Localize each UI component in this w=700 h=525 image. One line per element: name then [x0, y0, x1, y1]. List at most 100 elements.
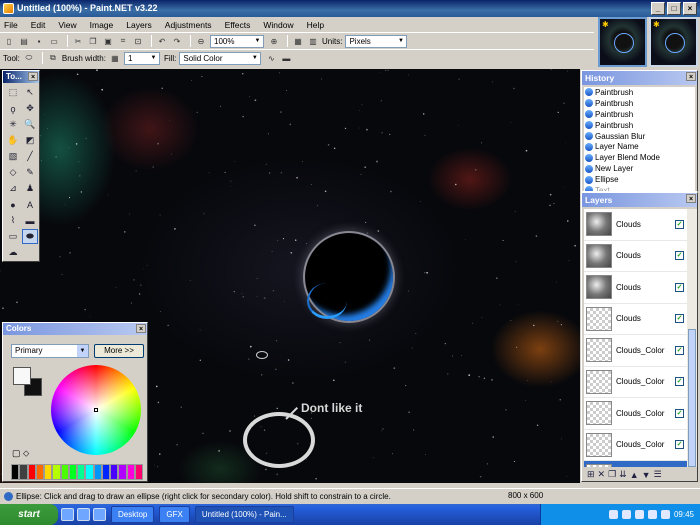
menu-layers[interactable]: Layers	[126, 20, 152, 30]
more-button[interactable]: More >>	[94, 344, 144, 358]
maximize-button[interactable]: □	[667, 2, 681, 15]
ellipse-icon[interactable]: ⬬	[22, 229, 38, 244]
pan-icon[interactable]: ✋	[5, 133, 21, 148]
layer-visibility-checkbox[interactable]: ✓	[675, 440, 684, 450]
palette-swatch[interactable]	[93, 464, 102, 480]
history-item[interactable]: Gaussian Blur	[584, 131, 695, 142]
taskbar-button[interactable]: Desktop	[111, 506, 155, 523]
taskbar-button[interactable]: GFX	[159, 506, 190, 523]
eraser-icon[interactable]: ◇	[5, 165, 21, 180]
history-item[interactable]: Paintbrush	[584, 109, 695, 120]
move-selection-icon[interactable]: ↖	[22, 85, 38, 100]
palette-swatch[interactable]	[52, 464, 61, 480]
menu-effects[interactable]: Effects	[225, 20, 251, 30]
save-icon[interactable]: ▪	[33, 35, 45, 47]
zoom-in-icon[interactable]: ⊕	[268, 35, 280, 47]
image-thumbnail[interactable]: ✱	[649, 17, 698, 67]
zoom-icon[interactable]: 🔍	[22, 117, 38, 132]
lasso-icon[interactable]: ϙ	[5, 101, 21, 116]
menu-image[interactable]: Image	[90, 20, 114, 30]
start-button[interactable]: start	[0, 504, 58, 525]
history-item[interactable]: Ellipse	[584, 174, 695, 185]
palette-swatch[interactable]	[60, 464, 69, 480]
palette-swatch[interactable]	[85, 464, 94, 480]
ruler-icon[interactable]: ▥	[307, 35, 319, 47]
ellipse-tool-icon[interactable]: ⬭	[23, 52, 35, 64]
menu-help[interactable]: Help	[307, 20, 324, 30]
deselect-icon[interactable]: ⊡	[132, 35, 144, 47]
delete-layer-icon[interactable]: ✕	[598, 469, 606, 480]
gradient-icon[interactable]: ▧	[5, 149, 21, 164]
cut-icon[interactable]: ✂	[72, 35, 84, 47]
text-icon[interactable]: A	[22, 197, 38, 212]
freeform-shape-icon[interactable]: ☁	[5, 245, 21, 260]
new-icon[interactable]: ▯	[3, 35, 15, 47]
palette-swatch[interactable]	[35, 464, 44, 480]
close-icon[interactable]: ×	[686, 72, 696, 81]
tray-icon[interactable]	[647, 510, 657, 519]
history-item[interactable]: Text	[584, 185, 695, 191]
grid-icon[interactable]: ▦	[292, 35, 304, 47]
layer-row[interactable]: Clouds_Color ✓	[584, 367, 687, 398]
paint-bucket-icon[interactable]: ◩	[22, 133, 38, 148]
quicklaunch-icon[interactable]	[93, 508, 106, 521]
menu-window[interactable]: Window	[263, 20, 293, 30]
layer-properties-icon[interactable]: ☰	[654, 469, 662, 480]
layer-visibility-checkbox[interactable]: ✓	[675, 282, 684, 292]
menu-edit[interactable]: Edit	[31, 20, 46, 30]
print-icon[interactable]: ▭	[48, 35, 60, 47]
layer-row[interactable]: Clouds ✓	[584, 272, 687, 304]
move-layer-down-icon[interactable]: ▼	[642, 470, 651, 480]
scrollbar-thumb[interactable]	[688, 329, 696, 467]
layer-row[interactable]: Clouds ✓	[584, 304, 687, 335]
layer-row[interactable]: Layer 15✓	[584, 461, 687, 467]
add-layer-icon[interactable]: ⊞	[587, 469, 595, 480]
clone-stamp-icon[interactable]: ♟	[22, 181, 38, 196]
tray-icon[interactable]	[608, 510, 618, 519]
crop-icon[interactable]: ⌗	[117, 35, 129, 47]
magic-wand-icon[interactable]: ✳	[5, 117, 21, 132]
palette-swatch[interactable]	[27, 464, 36, 480]
tray-icon[interactable]	[621, 510, 631, 519]
tray-icon[interactable]	[634, 510, 644, 519]
duplicate-layer-icon[interactable]: ❐	[608, 469, 616, 480]
fill-combo[interactable]: Solid Color ▼	[179, 51, 262, 65]
layer-scrollbar[interactable]	[687, 209, 697, 467]
palette-swatch[interactable]	[134, 464, 143, 480]
copy-icon[interactable]: ❐	[87, 35, 99, 47]
recolor-icon[interactable]: ●	[5, 197, 21, 212]
shape-type-icon[interactable]: ⧉	[47, 52, 59, 64]
palette-swatch[interactable]	[68, 464, 77, 480]
palette-swatch[interactable]	[126, 464, 135, 480]
menu-view[interactable]: View	[58, 20, 76, 30]
menu-file[interactable]: File	[4, 20, 18, 30]
layer-row[interactable]: Clouds ✓	[584, 241, 687, 272]
palette-swatch[interactable]	[19, 464, 28, 480]
layer-row[interactable]: Clouds_Color ✓	[584, 398, 687, 430]
history-item[interactable]: Layer Blend Mode	[584, 152, 695, 163]
layer-visibility-checkbox[interactable]: ✓	[675, 377, 684, 387]
reset-colors-icon[interactable]: ▢ ⬦	[12, 448, 29, 459]
palette-swatch[interactable]	[11, 464, 20, 480]
undo-icon[interactable]: ↶	[156, 35, 168, 47]
layer-row[interactable]: Clouds_Color ✓	[584, 430, 687, 461]
move-layer-up-icon[interactable]: ▲	[630, 470, 639, 480]
history-item[interactable]: Layer Name	[584, 141, 695, 152]
layer-visibility-checkbox[interactable]: ✓	[675, 408, 684, 418]
history-item[interactable]: New Layer	[584, 163, 695, 174]
rectangle-select-icon[interactable]: ⬚	[5, 85, 21, 100]
minimize-button[interactable]: _	[651, 2, 665, 15]
quicklaunch-icon[interactable]	[77, 508, 90, 521]
rounded-rectangle-icon[interactable]: ▭	[5, 229, 21, 244]
pencil-icon[interactable]: ✎	[22, 165, 38, 180]
zoom-combo[interactable]: 100% ▼	[210, 34, 264, 48]
layer-visibility-checkbox[interactable]: ✓	[675, 314, 684, 324]
open-icon[interactable]: ▤	[18, 35, 30, 47]
quicklaunch-icon[interactable]	[61, 508, 74, 521]
layer-visibility-checkbox[interactable]: ✓	[675, 219, 684, 229]
color-mode-select[interactable]: Primary ▼	[11, 344, 89, 358]
layer-visibility-checkbox[interactable]: ✓	[675, 251, 684, 261]
image-thumbnail[interactable]: ✱	[598, 17, 647, 67]
close-button[interactable]: ×	[683, 2, 697, 15]
zoom-out-icon[interactable]: ⊖	[195, 35, 207, 47]
